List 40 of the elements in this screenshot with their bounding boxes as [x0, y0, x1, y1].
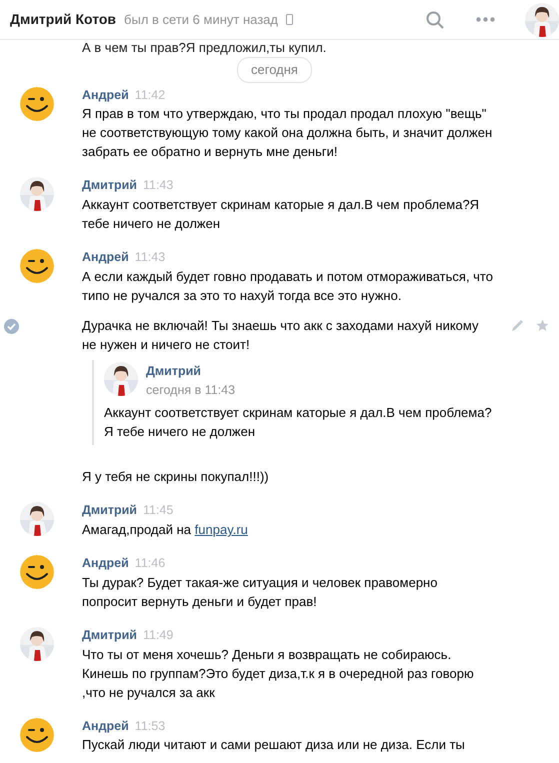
message-text: А если каждый будет говно продавать и потом отмораживаться, что типо не ручался за это то нахуй тогда все это нужно.	[82, 268, 494, 305]
author-name[interactable]: Андрей	[82, 250, 129, 264]
message-time: 11:45	[142, 503, 174, 518]
message-text: Ты дурак? Будет такая-же ситуация и человек правомерно попросит вернуть деньги и будет прав!	[82, 574, 438, 611]
author-name[interactable]: Дмитрий	[146, 362, 236, 380]
message-time: сегодня в 11:43	[146, 382, 236, 398]
contact-name[interactable]: Дмитрий Котов	[10, 9, 116, 30]
smiley-avatar-icon[interactable]	[20, 249, 54, 283]
smiley-avatar-icon[interactable]	[20, 718, 54, 752]
message-text: Аккаунт соответствует скринам каторые я дал.В чем проблема?Я тебе ничего не должен	[82, 196, 480, 233]
message-text: А в чем ты прав?Я предложил,ты купил.	[81, 40, 328, 55]
message-time: 11:43	[134, 250, 166, 264]
forwarded-text: Аккаунт соответствует скринам каторые я дал.В чем проблема? Я тебе ничего не должен	[104, 404, 493, 442]
message-time: 11:46	[134, 556, 166, 570]
smiley-avatar-icon[interactable]	[20, 555, 54, 589]
star-icon[interactable]	[536, 318, 549, 332]
search-icon[interactable]	[426, 10, 444, 28]
more-icon[interactable]	[476, 17, 495, 22]
message-time: 11:43	[142, 178, 174, 192]
message-text: Что ты от меня хочешь? Деньги я возвращать не собираюсь. Кинешь по группам?Это будет диза,т.к я в очередной раз говорю ,что не ручался за акк	[82, 646, 475, 702]
author-name[interactable]: Андрей	[82, 88, 129, 102]
author-name[interactable]: Андрей	[82, 718, 129, 732]
author-name[interactable]: Дмитрий	[82, 628, 137, 642]
online-status: был в сети 6 минут назад	[124, 10, 278, 29]
message-text: Дурачка не включай! Ты знаешь что акк с заходами нахуй никому не нужен и ничего не стоит!	[82, 316, 480, 354]
author-name[interactable]: Дмитрий	[82, 503, 137, 518]
message-text: Пускай люди читают и сами решают диза или не диза. Если ты	[82, 736, 466, 754]
message-text: Я прав в том что утверждаю, что ты продал продал плохую "вещь" не соответствующую тому какой она должна быть, и значит должен забрать ее обратно и вернуть мне деньги!	[82, 105, 494, 162]
message-link[interactable]: funpay.ru	[194, 522, 248, 537]
message-time: 11:53	[134, 718, 166, 732]
smiley-avatar-icon[interactable]	[20, 86, 54, 120]
author-name[interactable]: Андрей	[82, 556, 129, 570]
phone-icon	[286, 14, 293, 25]
message-text: Амагад,продай на funpay.ru	[82, 521, 249, 539]
message-text: Я у тебя не скрины покупал!!!))	[82, 468, 270, 486]
message-time: 11:42	[134, 88, 166, 102]
date-divider: сегодня	[237, 57, 312, 82]
message-time: 11:49	[142, 628, 174, 642]
author-name[interactable]: Дмитрий	[82, 178, 137, 192]
selected-check-icon[interactable]	[4, 318, 19, 334]
